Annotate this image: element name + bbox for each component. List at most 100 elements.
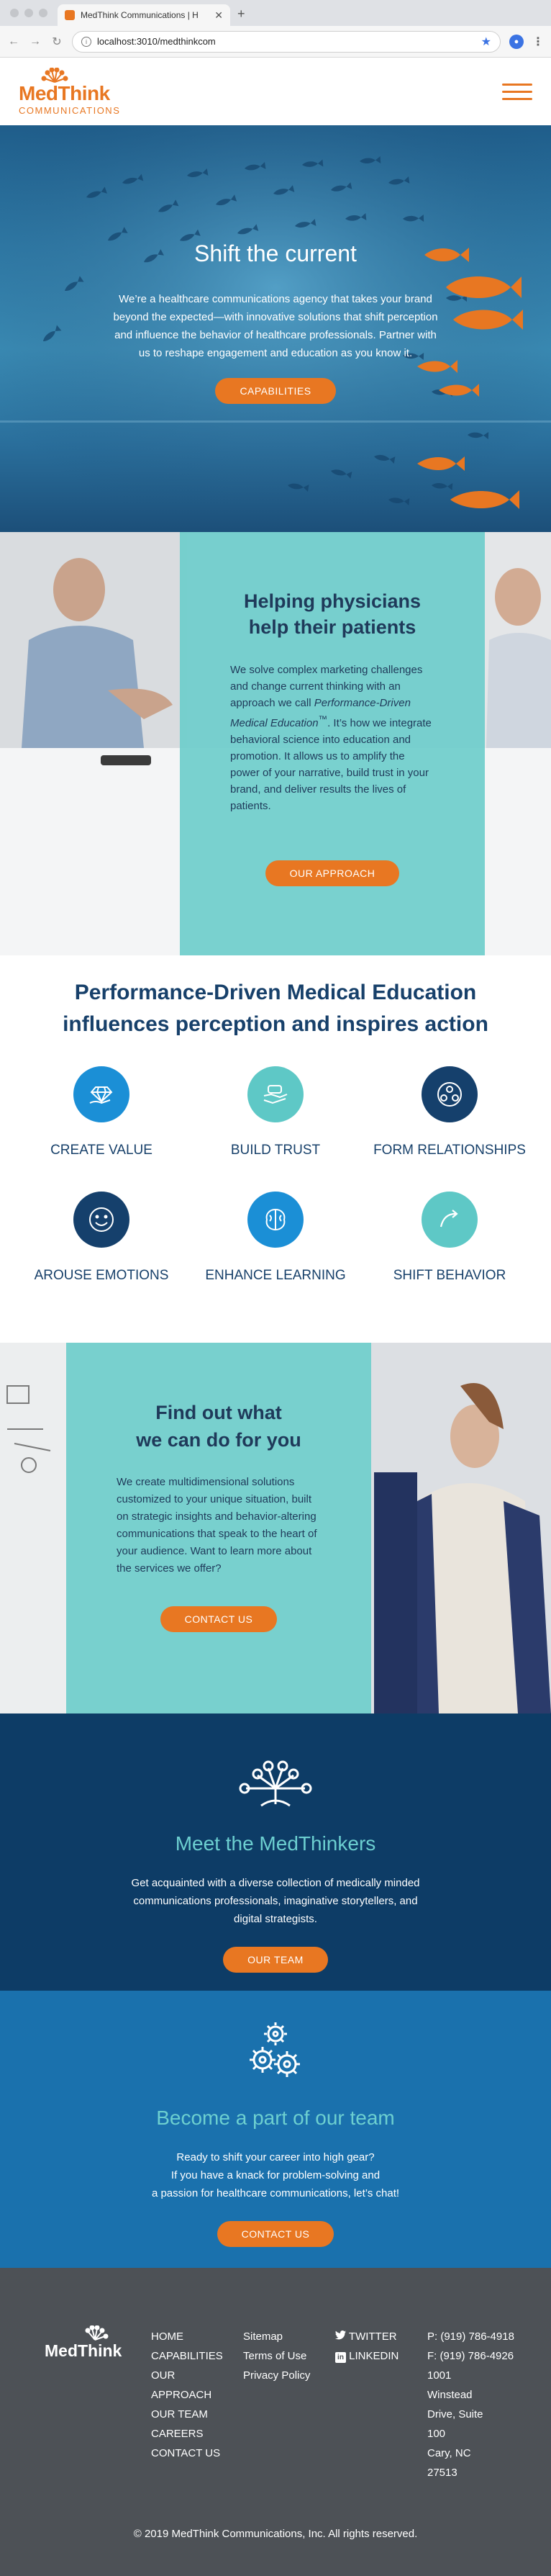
gears-icon [250,2022,300,2077]
address-bar[interactable]: i localhost:3010/medthinkcom ★ [72,30,501,53]
favicon-icon [65,10,75,20]
our-team-button[interactable]: OUR TEAM [223,1947,328,1973]
network-burst-icon [239,1760,312,1807]
logo-burst-icon [41,67,68,83]
findout-title-line1: Find out what [155,1402,282,1423]
smiley-icon [73,1192,129,1248]
pdme-title-line1: Performance-Driven Medical Education [74,981,477,1004]
brain-icon [247,1192,304,1248]
extension-icon[interactable]: ● [509,34,524,49]
footer-zip: 27513 [427,2467,457,2479]
pdme-title-line2: influences perception and inspires actio… [63,1012,488,1036]
benefit-arouse-emotions: AROUSE EMOTIONS [14,1192,188,1285]
site-logo[interactable]: MedThink COMMUNICATIONS [19,67,121,116]
careers-line2: If you have a knack for problem-solving … [170,2169,381,2181]
close-window-dot[interactable] [10,9,19,17]
logo-wordmark: MedThink [19,81,110,104]
handshake-icon [247,1066,304,1122]
physicians-title: Helping physicians help their patients [230,588,434,640]
meet-title: Meet the MedThinkers [175,1832,376,1855]
benefit-label: SHIFT BEHAVIOR [393,1268,506,1283]
browser-menu-icon[interactable]: ⋮ [532,35,544,49]
linkedin-icon: in [335,2352,346,2363]
careers-contact-button[interactable]: CONTACT US [217,2221,334,2247]
footer-link-linkedin[interactable]: in LINKEDIN [335,2346,414,2366]
benefit-label: CREATE VALUE [50,1143,152,1158]
maximize-window-dot[interactable] [39,9,47,17]
menu-hamburger-icon[interactable] [502,83,532,100]
physicians-panel: Helping physicians help their patients W… [180,532,485,955]
contact-us-button[interactable]: CONTACT US [160,1606,278,1632]
footer-nav: HOME CAPABILITIES OUR APPROACH OUR TEAM … [151,2327,230,2463]
tab-title: MedThink Communications | H [81,10,199,20]
findout-panel: Find out what we can do for you We creat… [66,1343,371,1713]
physicians-title-line1: Helping physicians [243,590,422,612]
our-approach-button[interactable]: OUR APPROACH [265,860,400,886]
physicians-title-line2: help their patients [248,616,416,638]
back-icon[interactable]: ← [7,35,20,48]
benefit-label: FORM RELATIONSHIPS [373,1143,526,1158]
logo-subtitle: COMMUNICATIONS [19,104,121,116]
footer-fax: F: (919) 786-4926 [427,2350,514,2362]
twitter-label: TWITTER [348,2330,397,2343]
careers-body: Ready to shift your career into high gea… [0,2148,551,2202]
reload-icon[interactable]: ↻ [50,35,63,49]
footer-link-terms[interactable]: Terms of Use [243,2346,329,2366]
diamond-hand-icon [73,1066,129,1122]
footer-link-privacy[interactable]: Privacy Policy [243,2366,329,2385]
hero-content: Shift the current We’re a healthcare com… [0,240,551,404]
linkedin-label: LINKEDIN [349,2350,399,2362]
meet-body: Get acquainted with a diverse collection… [131,1877,420,1925]
benefit-label: BUILD TRUST [230,1143,321,1158]
footer-logo[interactable]: MedThink [45,2325,124,2361]
footer-link-careers[interactable]: CAREERS [151,2424,230,2444]
physicians-section: Helping physicians help their patients W… [0,532,551,955]
bookmark-star-icon[interactable]: ★ [481,35,491,49]
pdme-benefits-grid: CREATE VALUE BUILD TRUST FORM RELATIONSH… [0,1066,551,1285]
browser-tab-strip: MedThink Communications | H ✕ + [0,0,551,26]
footer-city: Cary, NC [427,2447,471,2459]
benefit-shift-behavior: SHIFT BEHAVIOR [363,1192,537,1285]
capabilities-button[interactable]: CAPABILITIES [215,378,336,404]
footer-legal-links: Sitemap Terms of Use Privacy Policy [243,2327,329,2385]
benefit-create-value: CREATE VALUE [14,1066,188,1160]
footer-link-capabilities[interactable]: CAPABILITIES [151,2346,230,2366]
twitter-icon [335,2330,346,2340]
physicians-body-rest: . It’s how we integrate behavioral scien… [230,717,432,812]
footer-link-our-team[interactable]: OUR TEAM [151,2405,230,2424]
pdme-section: Performance-Driven Medical Education inf… [0,955,551,1343]
browser-toolbar: ← → ↻ i localhost:3010/medthinkcom ★ ● ⋮ [0,26,551,58]
info-icon[interactable]: i [81,36,91,47]
footer-logo-burst-icon [85,2325,109,2341]
minimize-window-dot[interactable] [24,9,33,17]
careers-section: Become a part of our team Ready to shift… [0,1991,551,2268]
findout-section: Find out what we can do for you We creat… [0,1343,551,1713]
pdme-title: Performance-Driven Medical Education inf… [0,977,551,1040]
footer-link-home[interactable]: HOME [151,2327,230,2346]
url-text[interactable]: localhost:3010/medthinkcom [97,36,475,47]
footer-link-contact-us[interactable]: CONTACT US [151,2444,230,2463]
benefit-build-trust: BUILD TRUST [188,1066,363,1160]
careers-title: Become a part of our team [156,2107,395,2129]
findout-title: Find out what we can do for you [117,1399,321,1454]
footer-link-our-approach[interactable]: OUR APPROACH [151,2366,230,2405]
footer-social: TWITTER in LINKEDIN [335,2327,414,2366]
benefit-enhance-learning: ENHANCE LEARNING [188,1192,363,1285]
close-tab-icon[interactable]: ✕ [214,9,223,22]
benefit-label: AROUSE EMOTIONS [34,1268,169,1283]
forward-icon[interactable]: → [29,35,42,48]
site-header: MedThink COMMUNICATIONS [0,58,551,125]
footer-contact: P: (919) 786-4918 F: (919) 786-4926 1001… [427,2327,535,2482]
people-network-icon [422,1066,478,1122]
trademark-symbol: ™ [318,714,328,724]
copyright-text: © 2019 MedThink Communications, Inc. All… [133,2528,418,2540]
footer-link-twitter[interactable]: TWITTER [335,2327,414,2346]
window-controls[interactable] [10,9,47,17]
meet-section: Meet the MedThinkers Get acquainted with… [0,1713,551,1991]
new-tab-icon[interactable]: + [237,6,245,22]
benefit-label: ENHANCE LEARNING [205,1268,346,1283]
footer-link-sitemap[interactable]: Sitemap [243,2327,329,2346]
benefit-form-relationships: FORM RELATIONSHIPS [363,1066,537,1160]
physicians-body: We solve complex marketing challenges an… [230,662,434,814]
browser-tab[interactable]: MedThink Communications | H ✕ [58,4,230,26]
